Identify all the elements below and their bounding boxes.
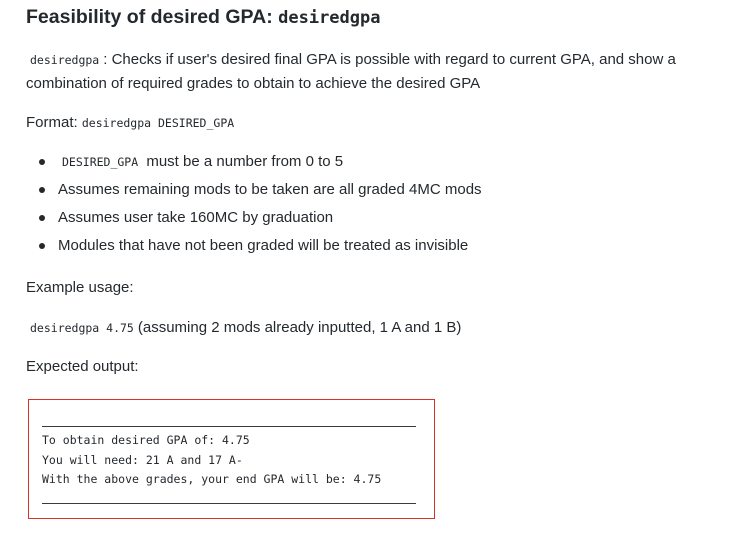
- list-item-text: Modules that have not been graded will b…: [58, 237, 469, 254]
- output-line: You will need: 21 A and 17 A-: [42, 453, 243, 467]
- example-note: (assuming 2 mods already inputted, 1 A a…: [137, 319, 462, 336]
- example-usage: desiredgpa 4.75 (assuming 2 mods already …: [26, 316, 461, 340]
- description-command-code: desiredgpa: [30, 53, 100, 67]
- output-line: To obtain desired GPA of: 4.75: [42, 433, 250, 447]
- example-usage-label: Example usage:: [26, 279, 134, 296]
- format-line: Format: desiredgpa DESIRED_GPA: [26, 111, 234, 135]
- list-item: DESIRED_GPA must be a number from 0 to 5: [26, 150, 726, 178]
- format-code: desiredgpa DESIRED_GPA: [81, 116, 235, 130]
- format-label: Format:: [26, 114, 82, 131]
- example-code: desiredgpa 4.75: [30, 321, 134, 335]
- output-top-rule: [42, 426, 416, 427]
- section-heading: Feasibility of desired GPA: desiredgpa: [26, 6, 380, 29]
- bullet-icon: [39, 159, 45, 165]
- description-text: : Checks if user's desired final GPA is …: [26, 51, 676, 92]
- output-bottom-rule: [42, 503, 416, 504]
- list-item-text: must be a number from 0 to 5: [146, 153, 344, 170]
- list-item-code: DESIRED_GPA: [62, 155, 139, 169]
- command-description: desiredgpa: Checks if user's desired fin…: [26, 48, 726, 96]
- heading-text: Feasibility of desired GPA:: [26, 6, 279, 28]
- bullet-icon: [39, 243, 45, 249]
- list-item-text: Assumes remaining mods to be taken are a…: [58, 181, 482, 198]
- list-item: Assumes user take 160MC by graduation: [26, 206, 726, 234]
- expected-output-box: To obtain desired GPA of: 4.75 You will …: [28, 399, 435, 519]
- bullet-icon: [39, 215, 45, 221]
- bullet-icon: [39, 187, 45, 193]
- heading-command-code: desiredgpa: [278, 8, 381, 28]
- list-item-text: Assumes user take 160MC by graduation: [58, 209, 334, 226]
- output-line: With the above grades, your end GPA will…: [42, 472, 382, 486]
- parameter-notes-list: DESIRED_GPA must be a number from 0 to 5…: [26, 150, 726, 262]
- list-item: Modules that have not been graded will b…: [26, 234, 726, 262]
- expected-output-label: Expected output:: [26, 358, 139, 375]
- list-item: Assumes remaining mods to be taken are a…: [26, 178, 726, 206]
